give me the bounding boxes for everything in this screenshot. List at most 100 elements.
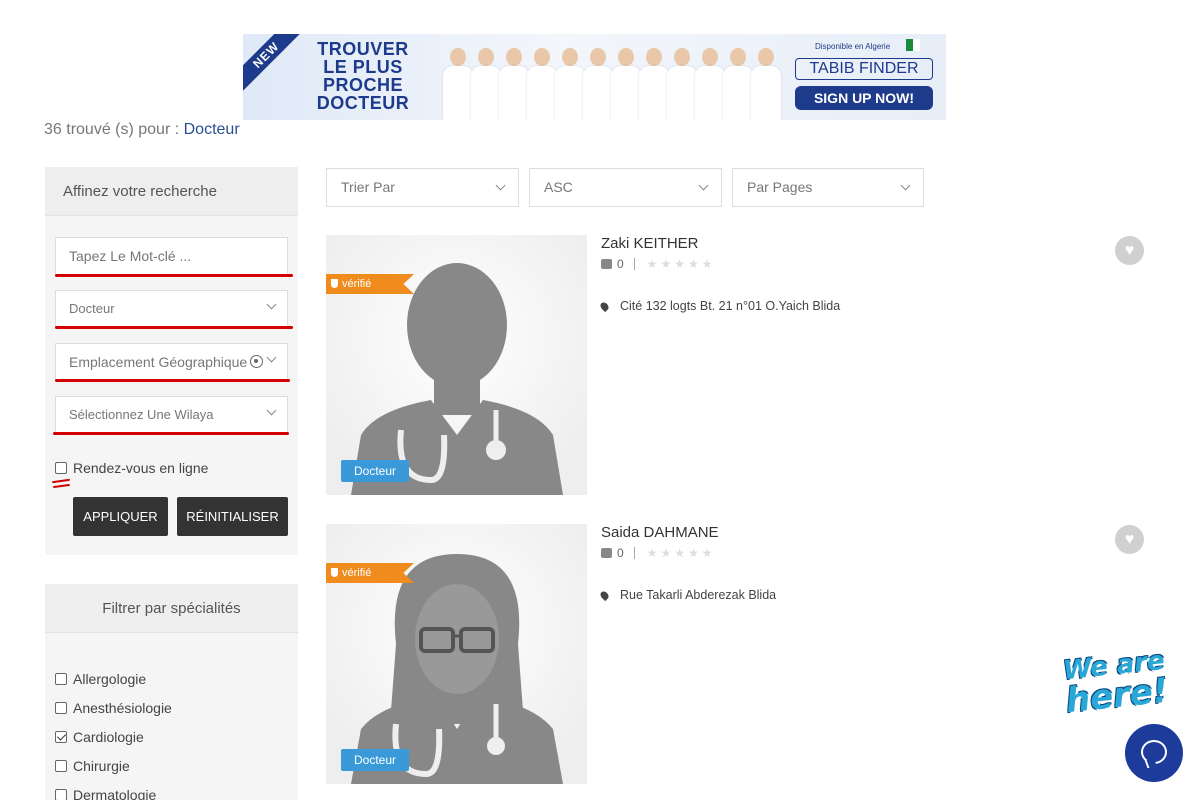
favorite-heart-icon[interactable]: ♥ xyxy=(1115,236,1144,265)
chevron-down-icon xyxy=(698,180,709,191)
chat-badge-line2: here! xyxy=(1063,670,1171,722)
per-page-value: Par Pages xyxy=(747,179,813,195)
chevron-down-icon xyxy=(266,405,277,416)
divider xyxy=(633,258,635,270)
sort-order-value: ASC xyxy=(544,179,573,195)
promo-banner[interactable]: NEW TROUVER LE PLUS PROCHE DOCTEUR Dispo… xyxy=(243,34,946,120)
specialty-cardiologie[interactable]: Cardiologie xyxy=(55,722,172,751)
listing-meta: 0 ★ ★ ★ ★ ★ xyxy=(601,257,716,271)
specialty-chirurgie[interactable]: Chirurgie xyxy=(55,751,172,780)
new-ribbon: NEW xyxy=(243,34,305,94)
results-count-text: 36 trouvé (s) pour : xyxy=(44,121,180,138)
annotation-underline xyxy=(55,379,290,382)
apply-button[interactable]: APPLIQUER xyxy=(73,497,168,536)
category-tag[interactable]: Docteur xyxy=(341,749,409,771)
verified-label: vérifié xyxy=(342,278,372,290)
listing-card[interactable]: vérifié Docteur Zaki KEITHER 0 ★ ★ ★ ★ ★ Cit… xyxy=(326,235,1146,497)
star-icon: ★ xyxy=(701,257,713,271)
annotation-underline xyxy=(55,326,293,329)
chevron-down-icon xyxy=(266,352,277,363)
listing-card[interactable]: vérifié Docteur Saida DAHMANE 0 ★ ★ ★ ★ ★ Ru… xyxy=(326,524,1146,786)
checkbox-icon[interactable] xyxy=(55,759,67,772)
specialties-list: Allergologie Anesthésiologie Cardiologie… xyxy=(55,664,172,800)
annotation-underline xyxy=(55,274,293,277)
geolocate-icon[interactable] xyxy=(250,355,263,368)
doctor-address: Cité 132 logts Bt. 21 n°01 O.Yaich Blida xyxy=(598,299,841,313)
shield-icon xyxy=(331,568,338,577)
likes-count: 0 xyxy=(617,257,624,271)
brand-logo: TABIB FINDER xyxy=(795,58,933,80)
star-icon: ★ xyxy=(674,257,685,271)
reset-button[interactable]: RÉINITIALISER xyxy=(177,497,288,536)
star-icon: ★ xyxy=(646,257,658,271)
divider xyxy=(633,547,635,559)
likes-count: 0 xyxy=(617,546,624,560)
specialty-anesthesiologie[interactable]: Anesthésiologie xyxy=(55,693,172,722)
banner-headline: TROUVER LE PLUS PROCHE DOCTEUR xyxy=(316,39,410,113)
star-icon: ★ xyxy=(701,546,713,560)
favorite-heart-icon[interactable]: ♥ xyxy=(1115,525,1144,554)
we-are-here-badge[interactable]: We are here! xyxy=(1044,644,1189,728)
wilaya-select[interactable]: Sélectionnez Une Wilaya xyxy=(55,396,288,434)
map-pin-icon xyxy=(598,589,611,601)
location-input[interactable]: Emplacement Géographique xyxy=(55,343,288,381)
specialty-allergologie[interactable]: Allergologie xyxy=(55,664,172,693)
address-text: Cité 132 logts Bt. 21 n°01 O.Yaich Blida xyxy=(620,299,841,313)
location-placeholder: Emplacement Géographique xyxy=(69,354,248,370)
checkbox-icon[interactable] xyxy=(55,701,67,714)
sort-by-select[interactable]: Trier Par xyxy=(326,168,519,207)
verified-badge: vérifié xyxy=(326,563,414,583)
doctor-name[interactable]: Saida DAHMANE xyxy=(601,524,719,541)
results-count: 36 trouvé (s) pour : Docteur xyxy=(44,121,240,139)
signup-button[interactable]: SIGN UP NOW! xyxy=(795,86,933,110)
chat-launcher-button[interactable] xyxy=(1125,724,1183,782)
specialty-label: Cardiologie xyxy=(73,728,144,745)
address-text: Rue Takarli Abderezak Blida xyxy=(620,588,777,602)
verified-label: vérifié xyxy=(342,567,372,579)
keyword-placeholder: Tapez Le Mot-clé ... xyxy=(69,248,192,264)
refine-search-panel: Affinez votre recherche Tapez Le Mot-clé… xyxy=(45,167,298,555)
checkbox-icon[interactable] xyxy=(55,462,67,474)
checkbox-icon[interactable] xyxy=(55,788,67,800)
sort-order-select[interactable]: ASC xyxy=(529,168,722,207)
online-appointment-label: Rendez-vous en ligne xyxy=(73,460,209,476)
per-page-select[interactable]: Par Pages xyxy=(732,168,924,207)
checkbox-checked-icon[interactable] xyxy=(55,730,67,743)
specialties-filter-title: Filtrer par spécialités xyxy=(45,584,298,633)
thumbs-up-icon[interactable] xyxy=(601,259,612,269)
star-icon: ★ xyxy=(660,257,672,271)
shield-icon xyxy=(331,279,338,288)
online-appointment-checkbox[interactable]: Rendez-vous en ligne xyxy=(55,460,208,476)
specialty-dermatologie[interactable]: Dermatologie xyxy=(55,780,172,800)
specialty-label: Anesthésiologie xyxy=(73,699,172,716)
annotation-underline xyxy=(53,432,289,435)
wilaya-select-value: Sélectionnez Une Wilaya xyxy=(69,407,214,422)
chat-bubble-icon xyxy=(1141,740,1167,764)
annotation-mark xyxy=(51,478,71,484)
star-icon: ★ xyxy=(646,546,658,560)
rating-stars: ★ ★ ★ ★ ★ xyxy=(647,257,716,271)
annotation-mark xyxy=(52,483,71,489)
chevron-down-icon xyxy=(495,180,506,191)
thumbs-up-icon[interactable] xyxy=(601,548,612,558)
doctor-photo[interactable]: vérifié Docteur xyxy=(326,235,587,495)
chevron-down-icon xyxy=(266,299,277,310)
verified-badge: vérifié xyxy=(326,274,414,294)
availability-text: Disponible en Algerie xyxy=(815,42,891,51)
category-select[interactable]: Docteur xyxy=(55,290,288,328)
sort-by-value: Trier Par xyxy=(341,179,395,195)
algeria-flag-icon xyxy=(906,39,920,51)
checkbox-icon[interactable] xyxy=(55,672,67,685)
doctor-photo[interactable]: vérifié Docteur xyxy=(326,524,587,784)
results-search-term[interactable]: Docteur xyxy=(184,121,240,138)
keyword-input[interactable]: Tapez Le Mot-clé ... xyxy=(55,237,288,275)
star-icon: ★ xyxy=(674,546,685,560)
doctor-name[interactable]: Zaki KEITHER xyxy=(601,235,699,252)
map-pin-icon xyxy=(598,300,611,312)
star-icon: ★ xyxy=(687,546,699,560)
listing-meta: 0 ★ ★ ★ ★ ★ xyxy=(601,546,716,560)
refine-search-title: Affinez votre recherche xyxy=(45,167,298,216)
category-tag[interactable]: Docteur xyxy=(341,460,409,482)
star-icon: ★ xyxy=(660,546,672,560)
specialty-label: Chirurgie xyxy=(73,757,130,774)
